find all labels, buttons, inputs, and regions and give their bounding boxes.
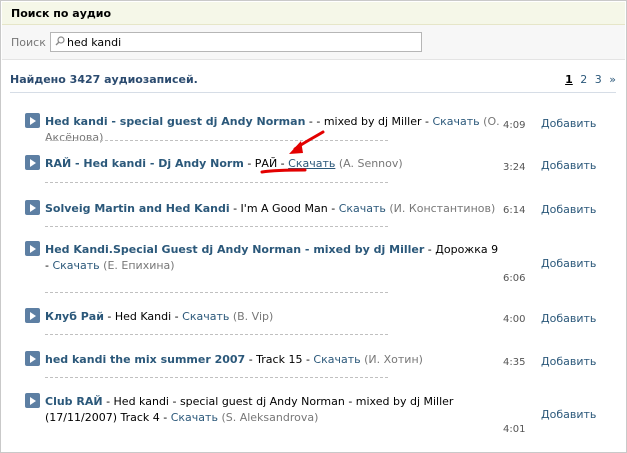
add-button[interactable]: Добавить [541,408,596,421]
track-duration: 4:35 [503,357,526,368]
track-duration: 4:00 [503,314,526,325]
track-info: Hed Kandi.Special Guest dj Andy Norman -… [45,242,505,274]
page-1-link[interactable]: 1 [565,73,573,86]
uploader-link[interactable]: (И. Константинов) [389,202,495,215]
results-count: Найдено 3427 аудиозаписей. [10,73,198,86]
search-bar: Поиск [2,25,625,60]
pagination: 1 2 3 » [561,73,616,86]
row-separator [45,182,388,183]
track-duration: 6:06 [503,273,526,284]
page-title: Поиск по аудио [11,7,112,20]
uploader-link[interactable]: (Е. Епихина) [103,259,174,272]
download-link[interactable]: Скачать [52,259,99,272]
search-input[interactable] [67,35,415,49]
header-bar: Поиск по аудио [2,2,625,25]
divider [10,92,616,93]
track-info: Club RAЙ - Hed kandi - special guest dj … [45,394,505,426]
track-duration: 6:14 [503,205,526,216]
track-artist[interactable]: Hed kandi - special guest dj Andy Norman [45,115,305,128]
track-artist[interactable]: hed kandi the mix summer 2007 [45,353,245,366]
track-duration: 4:01 [503,424,526,435]
download-link[interactable]: Скачать [313,353,360,366]
download-link[interactable]: Скачать [339,202,386,215]
track-title: - Track 15 - [245,353,314,366]
track-artist[interactable]: Hed Kandi.Special Guest dj Andy Norman -… [45,243,424,256]
search-label: Поиск [11,36,46,49]
uploader-link[interactable]: (И. Хотин) [364,353,423,366]
track-duration: 3:24 [503,162,526,173]
track-title: - - mixed by dj Miller - [305,115,433,128]
add-button[interactable]: Добавить [541,312,596,325]
row-separator [45,377,388,378]
track-duration: 4:09 [503,120,526,131]
page-3-link[interactable]: 3 [595,73,602,86]
play-icon[interactable] [25,200,40,215]
next-page-link[interactable]: » [609,73,616,86]
play-icon[interactable] [25,241,40,256]
play-icon[interactable] [25,393,40,408]
uploader-link[interactable]: (A. Sennov) [339,157,403,170]
search-box[interactable] [50,32,422,52]
row-separator [45,292,388,293]
track-artist[interactable]: RAЙ - Hed kandi - Dj Andy Norm [45,157,244,170]
download-link[interactable]: Скачать [182,310,229,323]
track-info: hed kandi the mix summer 2007 - Track 15… [45,352,505,368]
add-button[interactable]: Добавить [541,203,596,216]
track-title: - I'm A Good Man - [229,202,339,215]
uploader-link[interactable]: (B. Vip) [233,310,273,323]
search-icon [55,36,65,46]
track-artist[interactable]: Solveig Martin and Hed Kandi [45,202,230,215]
uploader-link[interactable]: (S. Aleksandrova) [221,411,318,424]
row-separator [45,334,388,335]
track-info: Solveig Martin and Hed Kandi - I'm A Goo… [45,201,505,217]
add-button[interactable]: Добавить [541,159,596,172]
row-separator [45,226,388,227]
play-icon[interactable] [25,308,40,323]
download-link[interactable]: Скачать [432,115,479,128]
row-separator [45,140,388,141]
audio-search-window: Поиск по аудио Поиск Найдено 3427 аудиоз… [0,0,627,453]
add-button[interactable]: Добавить [541,117,596,130]
track-artist[interactable]: Club RAЙ [45,395,103,408]
play-icon[interactable] [25,113,40,128]
add-button[interactable]: Добавить [541,257,596,270]
play-icon[interactable] [25,351,40,366]
track-info: Клуб Рай - Hed Kandi - Скачать (B. Vip) [45,309,505,325]
add-button[interactable]: Добавить [541,355,596,368]
red-arrow-annotation [260,130,325,174]
play-icon[interactable] [25,155,40,170]
track-title: - Hed Kandi - [103,310,183,323]
page-2-link[interactable]: 2 [580,73,587,86]
download-link[interactable]: Скачать [171,411,218,424]
track-artist[interactable]: Клуб Рай [45,310,104,323]
